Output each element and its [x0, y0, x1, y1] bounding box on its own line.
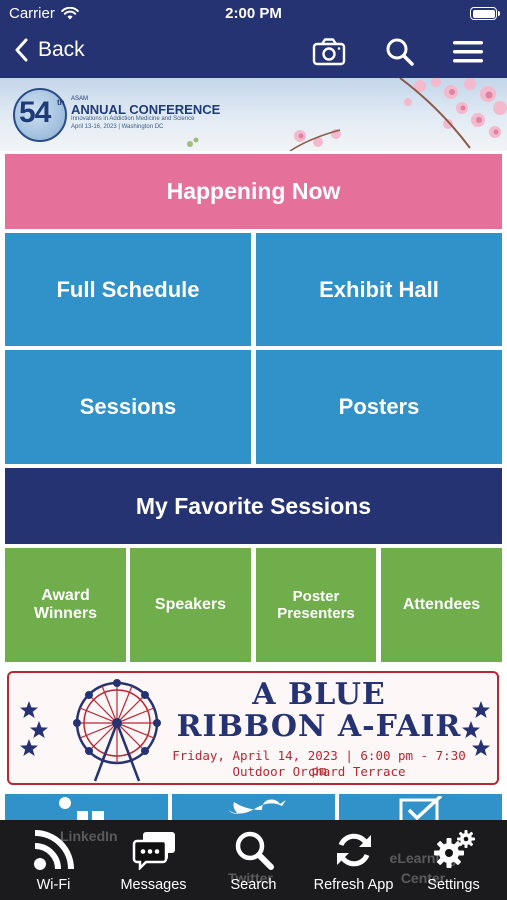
award-winners-tile[interactable]: Award Winners [5, 548, 126, 662]
happening-now-tile[interactable]: Happening Now [5, 154, 502, 229]
conference-banner[interactable]: 54 th ASAM ANNUAL CONFERENCE Innovations… [0, 78, 507, 151]
tab-messages-label: Messages [120, 877, 187, 893]
sessions-label: Sessions [79, 394, 177, 419]
posters-tile[interactable]: Posters [256, 350, 502, 464]
event-title-line-1: A BLUE [252, 677, 386, 712]
search-icon [386, 38, 414, 66]
bottom-tab-bar: LinkedIn Twitter eLearning Center Wi-Fi … [0, 820, 507, 900]
tab-settings-label: Settings [427, 877, 480, 893]
chat-bubbles-icon [132, 832, 175, 870]
attendees-label: Attendees [402, 596, 481, 613]
hamburger-menu-icon [453, 41, 483, 63]
happening-now-label: Happening Now [166, 178, 341, 204]
camera-icon [312, 38, 346, 66]
poster-presenters-tile[interactable]: Poster Presenters [256, 548, 376, 662]
tab-wifi[interactable]: Wi-Fi [3, 820, 104, 900]
back-button[interactable]: Back [14, 38, 85, 62]
tab-settings[interactable]: Settings [403, 820, 504, 900]
sessions-tile[interactable]: Sessions [5, 350, 251, 464]
speakers-tile[interactable]: Speakers [130, 548, 251, 662]
my-favorite-sessions-tile[interactable]: My Favorite Sessions [5, 468, 502, 544]
event-location: Outdoor Orchard Terrace [232, 764, 406, 779]
tab-refresh-app-label: Refresh App [313, 877, 394, 893]
wifi-feed-icon [33, 830, 74, 870]
speakers-label: Speakers [154, 596, 227, 613]
ferris-wheel-icon [73, 679, 161, 782]
tab-wifi-label: Wi-Fi [36, 877, 71, 893]
conference-ordinal: th [57, 98, 65, 107]
tab-search[interactable]: Search [203, 820, 304, 900]
poster-presenters-label: Poster Presenters [277, 588, 355, 622]
menu-button[interactable] [452, 37, 484, 72]
twitter-tile[interactable] [172, 794, 335, 820]
my-favorite-sessions-label: My Favorite Sessions [135, 492, 372, 519]
attendees-tile[interactable]: Attendees [381, 548, 502, 662]
gears-icon [433, 830, 475, 868]
search-icon [235, 831, 274, 870]
conference-number: 54 [19, 96, 51, 129]
elearning-tile[interactable] [339, 794, 502, 820]
exhibit-hall-tile[interactable]: Exhibit Hall [256, 233, 502, 346]
conference-dates: April 13-16, 2023 | Washington DC [71, 124, 164, 130]
blue-ribbon-event-banner[interactable]: A BLUE RIBBON A-FAIR Friday, April 14, 2… [7, 671, 499, 785]
clock: 2:00 PM [225, 5, 282, 22]
conference-title: ANNUAL CONFERENCE [71, 102, 221, 117]
battery-icon [470, 7, 500, 20]
linkedin-tile[interactable] [5, 794, 168, 820]
navigation-bar: Back [0, 28, 507, 78]
back-label: Back [38, 38, 85, 61]
conference-subtitle: Innovations in Addiction Medicine and Sc… [71, 116, 195, 122]
star-decoration-left [20, 701, 48, 756]
linkedin-icon [59, 797, 104, 820]
camera-button[interactable] [312, 37, 346, 72]
refresh-icon [336, 833, 371, 867]
full-schedule-tile[interactable]: Full Schedule [5, 233, 251, 346]
chevron-left-icon [15, 38, 28, 62]
twitter-bird-icon [228, 799, 286, 814]
search-button[interactable] [385, 37, 415, 72]
tab-refresh-app[interactable]: Refresh App [303, 820, 404, 900]
exhibit-hall-label: Exhibit Hall [319, 276, 439, 302]
checkbox-icon [399, 796, 443, 820]
tab-search-label: Search [230, 877, 277, 893]
award-winners-label: Award Winners [34, 587, 97, 622]
full-schedule-label: Full Schedule [56, 276, 200, 302]
posters-label: Posters [338, 394, 420, 419]
tab-messages[interactable]: Messages [103, 820, 204, 900]
event-title-line-2: RIBBON A-FAIR [176, 709, 462, 744]
status-bar: Carrier 2:00 PM [0, 0, 507, 28]
